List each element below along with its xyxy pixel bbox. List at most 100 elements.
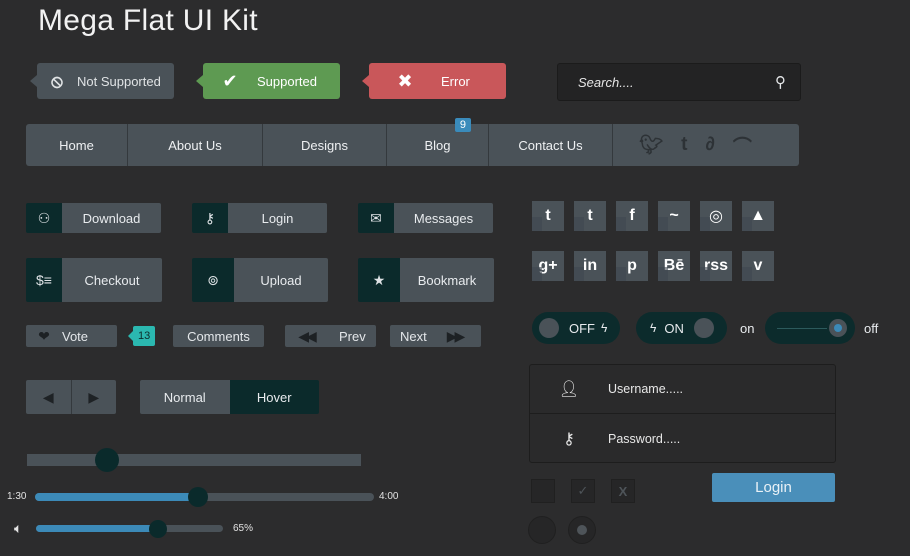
username-field[interactable] — [608, 382, 768, 396]
forbidden-icon: ⦸ — [51, 70, 63, 91]
checkout-button[interactable]: $≡ Checkout — [26, 258, 162, 302]
navbar: Home About Us Designs Blog 9 Contact Us … — [26, 118, 799, 166]
check-icon: ✓ — [577, 483, 589, 498]
on-toggle-knob — [693, 318, 714, 338]
bolt-icon: ϟ — [650, 321, 657, 335]
supported-label: Supported — [257, 73, 317, 89]
deviantart-icon[interactable]: ~ — [658, 201, 690, 231]
radio-dot — [577, 525, 587, 535]
cross-icon: ✖ — [397, 70, 413, 91]
slider-toggle-line — [777, 327, 827, 329]
pinterest-icon[interactable]: p — [616, 251, 648, 281]
page-title: Mega Flat UI Kit — [38, 4, 258, 37]
volume-handle[interactable] — [148, 520, 167, 538]
not-supported-label: Not Supported — [77, 73, 161, 89]
arrow-left-icon[interactable]: ◀ — [26, 380, 72, 414]
nav-about-us[interactable]: About Us — [128, 124, 263, 166]
video-progress-handle[interactable] — [187, 487, 208, 507]
rss-icon[interactable]: rss — [700, 251, 732, 281]
supported-tag: ✔ Supported — [196, 63, 340, 99]
comments-button[interactable]: Comments — [173, 325, 264, 347]
upload-button[interactable]: ⊚ Upload — [192, 258, 328, 302]
login-submit-button[interactable]: Login — [712, 473, 835, 502]
download-button[interactable]: ⚇ Download — [26, 203, 161, 233]
envelope-icon: ✉ — [358, 203, 394, 233]
rss-icon[interactable]: ⌒ — [733, 132, 752, 159]
password-field[interactable] — [608, 431, 768, 446]
next-button[interactable]: Next ▶▶ — [390, 325, 481, 347]
slider-toggle-knob — [829, 319, 847, 337]
password-row: ⚷ — [530, 414, 835, 463]
volume-track[interactable] — [36, 525, 223, 532]
nav-blog[interactable]: Blog 9 — [387, 118, 489, 166]
double-right-icon: ▶▶ — [446, 327, 465, 344]
bolt-icon: ϟ — [601, 321, 608, 335]
user-icon: 👤︎ — [558, 381, 580, 398]
login-button[interactable]: ⚷ Login — [192, 203, 327, 233]
key-icon: ⚷ — [192, 203, 228, 233]
plain-slider-track[interactable] — [27, 454, 361, 466]
key-icon: ⚷ — [563, 430, 575, 448]
messages-button[interactable]: ✉ Messages — [358, 203, 493, 233]
arrow-right-icon[interactable]: ▶ — [72, 380, 117, 414]
radio-empty[interactable] — [528, 516, 556, 544]
video-end-time: 4:00 — [379, 491, 399, 502]
nav-designs[interactable]: Designs — [263, 124, 387, 166]
hover-button[interactable]: Hover — [229, 380, 319, 414]
off-toggle-knob — [539, 318, 559, 338]
search-input[interactable] — [578, 74, 775, 90]
dribbble-icon[interactable]: ◎ — [700, 201, 732, 231]
video-start-time: 1:30 — [7, 491, 27, 502]
vote-button[interactable]: ❤ Vote — [26, 325, 117, 347]
tumblr-icon[interactable]: t — [574, 201, 606, 231]
off-toggle[interactable]: OFF ϟ — [532, 312, 620, 344]
linkedin-icon[interactable]: in — [574, 251, 606, 281]
error-label: Error — [441, 73, 470, 89]
checkbox-crossed[interactable]: X — [611, 479, 635, 503]
not-supported-tag: ⦸ Not Supported — [30, 63, 174, 99]
cross-icon: X — [618, 483, 628, 499]
arrow-button-group: ◀ ▶ — [26, 380, 116, 414]
forrst-icon[interactable]: ▲ — [742, 201, 774, 231]
user-icon: ⚇ — [26, 203, 62, 233]
slider-toggle-off-label: off — [864, 321, 879, 336]
twitter-icon[interactable]: t — [532, 201, 564, 231]
nav-blog-label: Blog — [424, 137, 451, 153]
bookmark-button[interactable]: ★ Bookmark — [358, 258, 494, 302]
volume-icon[interactable]: 🔈︎ — [14, 520, 22, 537]
tumblr-icon[interactable]: t — [681, 134, 687, 156]
vimeo-icon[interactable]: v — [742, 251, 774, 281]
radio-selected[interactable] — [568, 516, 596, 544]
google-plus-icon[interactable]: g+ — [532, 251, 564, 281]
behance-icon[interactable]: Bē — [658, 251, 690, 281]
facebook-icon[interactable]: f — [616, 201, 648, 231]
username-row: 👤︎ — [530, 365, 835, 414]
slider-toggle-on-label: on — [740, 321, 755, 336]
login-form: 👤︎ ⚷ — [529, 364, 836, 463]
money-icon: $≡ — [26, 258, 62, 302]
checkbox-checked[interactable]: ✓ — [571, 479, 595, 503]
error-tag: ✖ Error — [362, 63, 506, 99]
heart-icon: ❤ — [38, 327, 50, 344]
checkbox-empty[interactable] — [531, 479, 555, 503]
upload-icon: ⊚ — [192, 258, 234, 302]
volume-percent: 65% — [233, 523, 254, 534]
on-toggle[interactable]: ϟ ON — [636, 312, 727, 344]
vote-count-badge: 13 — [127, 326, 156, 346]
prev-button[interactable]: ◀◀ Prev — [285, 325, 376, 347]
deviantart-icon[interactable]: ∂ — [705, 134, 714, 156]
double-left-icon: ◀◀ — [298, 327, 317, 344]
twitter-icon[interactable]: 🐦︎ — [639, 133, 663, 157]
nav-home[interactable]: Home — [26, 124, 128, 166]
volume-fill — [36, 525, 158, 532]
nav-social: 🐦︎ t ∂ ⌒ — [613, 124, 752, 166]
check-icon: ✔ — [222, 70, 238, 91]
normal-button[interactable]: Normal — [140, 380, 230, 414]
state-toggle: Normal Hover — [140, 380, 319, 414]
search-icon[interactable]: ⚲ — [775, 73, 786, 91]
star-icon: ★ — [358, 258, 400, 302]
blog-count-badge: 9 — [454, 118, 471, 132]
nav-contact-us[interactable]: Contact Us — [489, 124, 613, 166]
plain-slider-handle[interactable] — [95, 448, 120, 472]
slider-toggle[interactable] — [765, 312, 855, 344]
